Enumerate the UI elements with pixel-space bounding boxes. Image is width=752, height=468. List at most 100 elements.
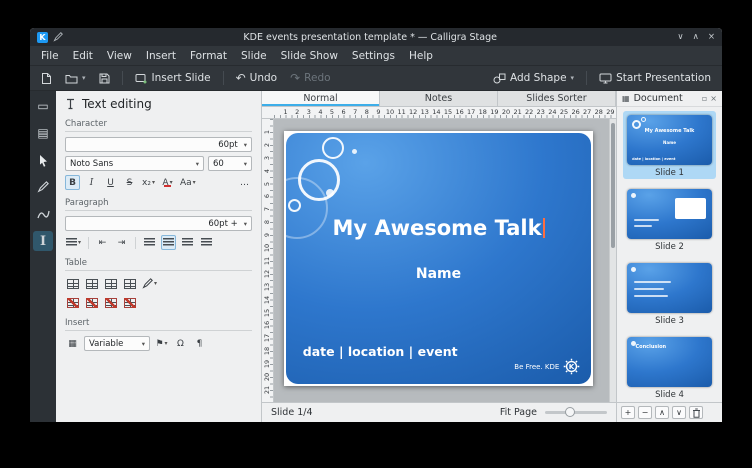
chevron-down-icon[interactable]: ▾ [82,74,86,82]
slide-1-editor[interactable]: My Awesome Talk Name date | location | e… [286,133,591,384]
change-case-button[interactable]: Aa ▾ [179,175,197,190]
slide-footer-text[interactable]: date | location | event [303,344,458,359]
slide-thumbnail-2[interactable]: Slide 2 [623,185,716,253]
special-character-button[interactable]: Ω [173,336,188,351]
menu-item-slide[interactable]: Slide [234,48,274,64]
variable-combo[interactable]: Variable ▾ [84,336,150,351]
slide-subtitle-text[interactable]: Name [286,266,591,282]
slide-thumbnail-1[interactable]: My Awesome Talk Name date | location | e… [623,111,716,179]
slide-page[interactable]: My Awesome Talk Name date | location | e… [284,131,593,386]
font-color-button[interactable]: A ▾ [160,175,175,190]
tool-line-drawing[interactable] [33,177,53,197]
redo-button[interactable]: ↷ Redo [285,70,335,86]
border-pen-icon [142,278,153,289]
bold-button[interactable]: B [65,175,80,190]
add-slide-button[interactable]: + [621,406,635,419]
maximize-icon[interactable]: ∧ [693,32,699,42]
ruler-number: 20 [502,108,510,116]
menu-item-settings[interactable]: Settings [345,48,402,64]
canvas-row: 123456789101112131415161718192021 My Awe… [262,119,616,402]
delete-slide-button[interactable] [689,406,703,419]
slide-title-text[interactable]: My Awesome Talk [286,216,591,240]
tool-calligraphy[interactable] [33,204,53,224]
zoom-mode-label[interactable]: Fit Page [500,407,537,418]
docker-header[interactable]: ▦ Document ▫ × [617,91,722,107]
add-shape-button[interactable]: Add Shape ▾ [488,70,579,86]
more-character-options-button[interactable]: … [237,175,252,190]
undo-button[interactable]: ↶ Undo [231,70,283,86]
move-slide-up-button[interactable]: ∧ [655,406,669,419]
tool-shape-handling[interactable]: ▭ [33,96,53,116]
split-cells-button[interactable] [122,295,137,310]
align-left-button[interactable] [142,235,157,250]
open-document-button[interactable]: ▾ [60,71,91,86]
text-cursor [543,218,545,238]
increase-indent-button[interactable]: ⇥ [114,235,129,250]
insert-flag-button[interactable]: ⚑ ▾ [154,336,169,351]
zoom-slider[interactable] [545,411,607,414]
ruler-horizontal[interactable]: 1234567891011121314151617181920212223242… [262,107,616,119]
align-right-button[interactable] [180,235,195,250]
tool-options-panel: Text editing Character 60pt ▾ Noto Sans … [56,91,262,422]
close-icon[interactable]: × [708,32,715,42]
align-justify-button[interactable] [199,235,214,250]
ruler-number: 25 [560,108,568,116]
close-docker-icon[interactable]: × [710,94,717,103]
font-size-combo[interactable]: 60 ▾ [208,156,252,171]
merge-cells-button[interactable] [122,276,137,291]
zoom-slider-knob[interactable] [565,407,575,417]
decrease-indent-button[interactable]: ⇤ [95,235,110,250]
float-docker-icon[interactable]: ▫ [702,94,707,103]
slide-thumbnail-4[interactable]: Conclusion Slide 4 [623,333,716,401]
paragraph-mark-button[interactable]: ¶ [192,336,207,351]
start-presentation-button[interactable]: Start Presentation [594,70,716,86]
tab-notes[interactable]: Notes [380,91,498,106]
remove-slide-button[interactable]: − [638,406,652,419]
slide-indicator: Slide 1/4 [271,407,313,418]
align-center-button[interactable] [161,235,176,250]
insert-row-button[interactable] [84,276,99,291]
strikethrough-button[interactable]: S [122,175,137,190]
italic-button[interactable]: I [84,175,99,190]
menu-item-insert[interactable]: Insert [139,48,183,64]
line-height-combo[interactable]: 60pt ▾ [65,137,252,152]
slide-canvas[interactable]: My Awesome Talk Name date | location | e… [274,119,609,402]
font-family-combo[interactable]: Noto Sans ▾ [65,156,204,171]
ruler-number: 15 [263,308,271,318]
move-slide-down-button[interactable]: ∨ [672,406,686,419]
save-button[interactable] [94,71,115,86]
menu-item-file[interactable]: File [34,48,66,64]
tab-normal[interactable]: Normal [262,91,380,106]
vertical-scrollbar[interactable] [609,119,616,402]
titlebar[interactable]: K KDE events presentation template * — C… [30,28,722,46]
tool-text-editing[interactable]: I [33,231,53,251]
tab-slides-sorter[interactable]: Slides Sorter [498,91,616,106]
menu-item-view[interactable]: View [100,48,139,64]
slide-thumbnail-3[interactable]: Slide 3 [623,259,716,327]
insert-column-button[interactable] [103,276,118,291]
chevron-down-icon: ▾ [165,340,168,347]
delete-column-button[interactable] [84,295,99,310]
text-editing-icon [65,98,76,110]
minimize-icon[interactable]: ∨ [677,32,683,42]
subscript-superscript-button[interactable]: x₂ ▾ [141,175,156,190]
thumb-label: Slide 3 [627,316,712,326]
delete-table-button[interactable] [103,295,118,310]
insert-grid-button[interactable]: ▦ [65,336,80,351]
border-style-button[interactable]: ▾ [141,276,158,291]
paragraph-spacing-combo[interactable]: 60pt + ▾ [65,216,252,231]
menu-item-help[interactable]: Help [402,48,440,64]
menu-item-slide-show[interactable]: Slide Show [274,48,345,64]
scrollbar-thumb[interactable] [611,123,615,248]
insert-slide-button[interactable]: Insert Slide [130,70,216,86]
underline-button[interactable]: U [103,175,118,190]
tool-slide-layout[interactable]: ▤ [33,123,53,143]
list-style-button[interactable]: ▾ [65,235,82,250]
tool-selection[interactable] [33,150,53,170]
delete-row-button[interactable] [65,295,80,310]
insert-table-button[interactable] [65,276,80,291]
menu-item-format[interactable]: Format [183,48,234,64]
menu-item-edit[interactable]: Edit [66,48,100,64]
ruler-vertical[interactable]: 123456789101112131415161718192021 [262,119,274,402]
new-document-button[interactable] [36,70,57,87]
